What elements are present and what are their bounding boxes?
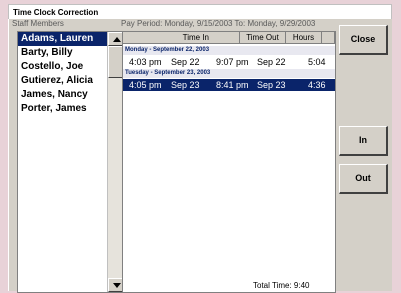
time-entry-row[interactable]: 4:03 pm Sep 22 9:07 pm Sep 22 5:04 xyxy=(123,56,335,68)
column-header-hours[interactable]: Hours xyxy=(286,32,322,44)
clock-out-button[interactable]: Out xyxy=(339,164,388,194)
clock-in-button[interactable]: In xyxy=(339,126,388,156)
time-in-cell: 4:03 pm xyxy=(129,57,162,67)
staff-members-label: Staff Members xyxy=(12,19,64,28)
total-time-label: Total Time: 9:40 xyxy=(253,281,310,290)
date-in-cell: Sep 22 xyxy=(171,57,200,67)
staff-list[interactable]: Adams, Lauren Barty, Billy Costello, Joe… xyxy=(17,31,124,293)
day-header-monday: Monday - September 22, 2003 xyxy=(123,46,335,55)
column-header-time-out[interactable]: Time Out xyxy=(240,32,286,44)
date-out-cell: Sep 22 xyxy=(257,57,286,67)
arrow-up-icon xyxy=(113,37,121,42)
close-button[interactable]: Close xyxy=(339,25,388,55)
time-entry-row-selected[interactable]: 4:05 pm Sep 23 8:41 pm Sep 23 4:36 xyxy=(123,79,335,91)
time-entries-grid[interactable]: Time In Time Out Hours Monday - Septembe… xyxy=(122,31,336,293)
hours-cell: 4:36 xyxy=(308,80,326,90)
day-header-tuesday: Tuesday - September 23, 2003 xyxy=(123,69,335,78)
date-out-cell: Sep 23 xyxy=(257,80,286,90)
column-header-time-in[interactable]: Time In xyxy=(123,32,240,44)
pay-period-label: Pay Period: Monday, 9/15/2003 To: Monday… xyxy=(121,19,316,28)
arrow-down-icon xyxy=(113,283,121,288)
hours-cell: 5:04 xyxy=(308,57,326,67)
main-panel: Staff Members Adams, Lauren Barty, Billy… xyxy=(8,19,392,293)
time-out-cell: 9:07 pm xyxy=(216,57,249,67)
window-title: Time Clock Correction xyxy=(8,4,392,20)
time-in-cell: 4:05 pm xyxy=(129,80,162,90)
column-header-spacer xyxy=(322,32,335,44)
time-out-cell: 8:41 pm xyxy=(216,80,249,90)
date-in-cell: Sep 23 xyxy=(171,80,200,90)
